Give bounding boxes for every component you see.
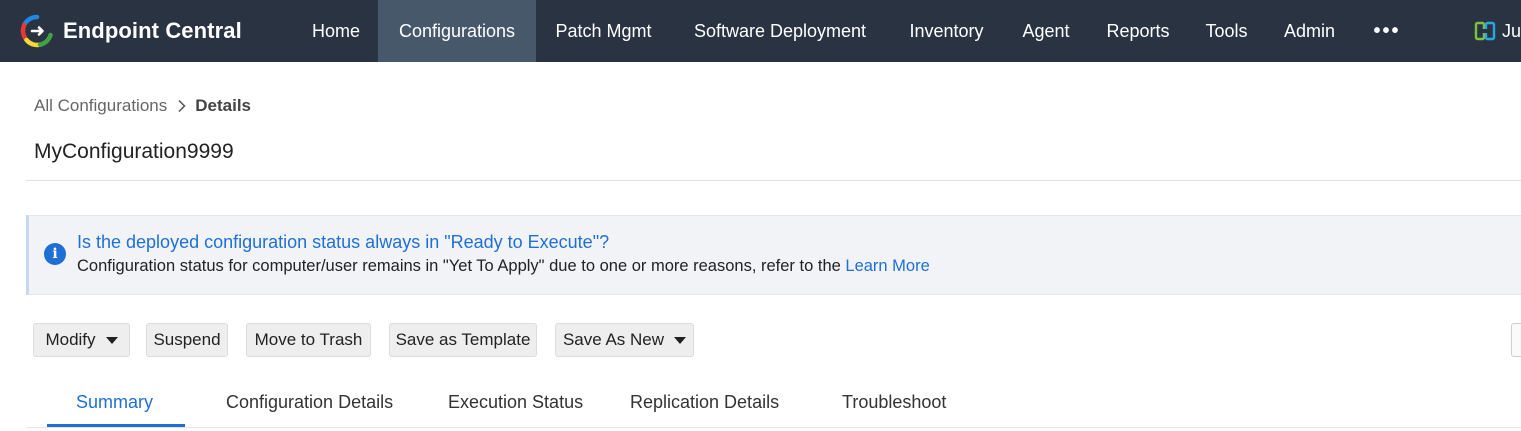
brand[interactable]: Endpoint Central	[20, 0, 242, 62]
divider	[26, 180, 1521, 181]
info-icon: i	[44, 243, 66, 265]
nav-item-configurations[interactable]: Configurations	[378, 0, 536, 62]
caret-down-icon	[674, 336, 687, 344]
more-menu-icon[interactable]: •••	[1360, 0, 1414, 62]
suspend-button[interactable]: Suspend	[146, 323, 228, 357]
nav-item-home[interactable]: Home	[294, 0, 378, 62]
nav-item-admin[interactable]: Admin	[1265, 0, 1354, 62]
nav-item-patch-mgmt[interactable]: Patch Mgmt	[536, 0, 671, 62]
nav-item-inventory[interactable]: Inventory	[889, 0, 1004, 62]
tab-summary[interactable]: Summary	[76, 392, 153, 413]
move-to-trash-button[interactable]: Move to Trash	[246, 323, 371, 357]
tabs-divider	[26, 427, 1521, 428]
modify-button-label: Modify	[45, 330, 96, 349]
tab-troubleshoot[interactable]: Troubleshoot	[842, 392, 946, 413]
banner-message: Configuration status for computer/user r…	[77, 257, 930, 276]
breadcrumb-all-configurations[interactable]: All Configurations	[34, 96, 167, 116]
chevron-right-icon	[178, 99, 186, 113]
save-as-new-button[interactable]: Save As New	[555, 323, 694, 357]
user-name: Ju	[1502, 20, 1521, 41]
banner-message-text: Configuration status for computer/user r…	[77, 257, 846, 275]
tab-replication-details[interactable]: Replication Details	[630, 392, 779, 413]
nav-item-tools[interactable]: Tools	[1188, 0, 1265, 62]
caret-down-icon	[105, 336, 118, 344]
workspace-switch-icon	[1474, 21, 1496, 41]
save-as-new-button-label: Save As New	[562, 330, 665, 349]
modify-button[interactable]: Modify	[33, 323, 130, 357]
learn-more-link[interactable]: Learn More	[845, 257, 929, 275]
nav-item-agent[interactable]: Agent	[1004, 0, 1088, 62]
nav-item-software-deployment[interactable]: Software Deployment	[671, 0, 889, 62]
tab-configuration-details[interactable]: Configuration Details	[226, 392, 393, 413]
top-navigation-bar: Endpoint Central Home Configurations Pat…	[0, 0, 1521, 62]
app-name: Endpoint Central	[63, 18, 242, 43]
user-menu[interactable]: Ju	[1474, 0, 1521, 62]
save-as-template-button[interactable]: Save as Template	[389, 323, 537, 357]
tab-execution-status[interactable]: Execution Status	[448, 392, 583, 413]
page-title: MyConfiguration9999	[34, 140, 234, 163]
toolbar-overflow-button[interactable]	[1511, 323, 1521, 357]
banner-question-link[interactable]: Is the deployed configuration status alw…	[77, 232, 609, 253]
info-banner: i Is the deployed configuration status a…	[26, 215, 1521, 295]
nav-item-reports[interactable]: Reports	[1088, 0, 1188, 62]
endpoint-central-logo-icon	[20, 14, 53, 48]
breadcrumb-current: Details	[195, 96, 251, 115]
breadcrumb: All Configurations Details	[34, 96, 251, 116]
